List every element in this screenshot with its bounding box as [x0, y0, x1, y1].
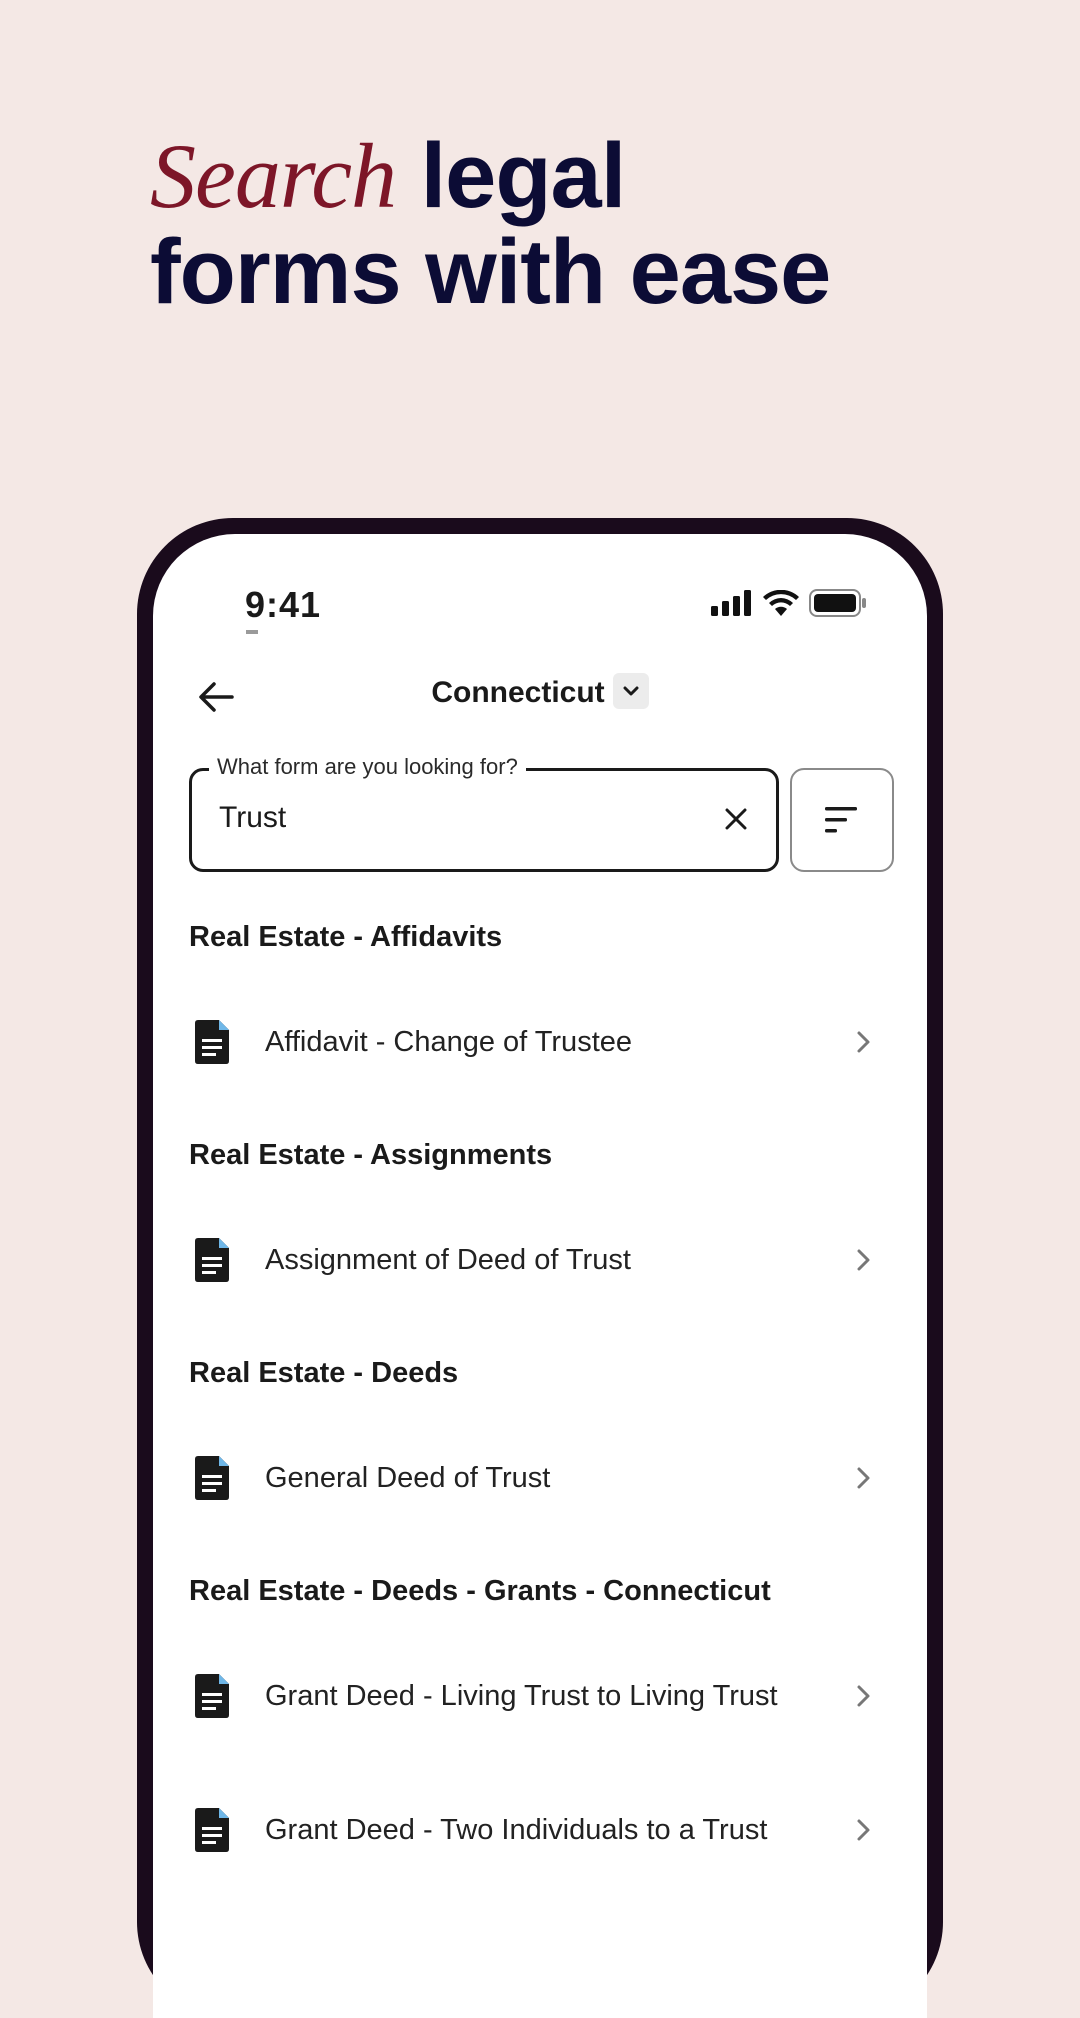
nav-bar: Connecticut [153, 662, 927, 730]
phone-frame: 9:41 Connecticut What form are you looki… [137, 518, 943, 2018]
status-icons [711, 589, 867, 617]
headline-line1: legal [396, 125, 627, 227]
section-title: Real Estate - Affidavits [189, 921, 503, 953]
list-item-label: Grant Deed - Living Trust to Living Trus… [265, 1679, 778, 1712]
list-item-label: Assignment of Deed of Trust [265, 1243, 631, 1276]
list-item[interactable]: Grant Deed - Living Trust to Living Trus… [189, 1646, 891, 1746]
signal-icon [711, 590, 751, 616]
phone-screen: 9:41 Connecticut What form are you looki… [153, 534, 927, 2018]
time-indicator [246, 630, 258, 634]
headline-line2: forms with ease [150, 221, 831, 323]
list-item-label: Affidavit - Change of Trustee [265, 1025, 633, 1058]
chevron-down-icon[interactable] [612, 673, 649, 710]
list-item[interactable]: Grant Deed - Two Individuals to a Trust [189, 1780, 891, 1880]
section-title: Real Estate - Deeds - Grants - Connectic… [189, 1575, 771, 1607]
list-item[interactable]: General Deed of Trust [189, 1428, 891, 1528]
clear-button[interactable] [715, 798, 757, 840]
search-label: What form are you looking for? [209, 754, 526, 780]
search-field: What form are you looking for? [189, 754, 779, 872]
state-selector[interactable]: Connecticut [153, 673, 927, 712]
chevron-right-icon [857, 1031, 870, 1053]
results-list: Real Estate - Affidavits Affidavit - Cha… [189, 914, 891, 1920]
close-icon [725, 808, 747, 830]
chevron-right-icon [857, 1685, 870, 1707]
document-icon [195, 1020, 229, 1064]
section-title: Real Estate - Deeds [189, 1357, 459, 1389]
status-bar: 9:41 [153, 534, 927, 634]
document-icon [195, 1674, 229, 1718]
sort-filter-button[interactable] [790, 768, 894, 872]
battery-icon [809, 589, 866, 617]
list-item[interactable]: Assignment of Deed of Trust [189, 1210, 891, 1310]
list-item[interactable]: Affidavit - Change of Trustee [189, 992, 891, 1092]
chevron-right-icon [857, 1819, 870, 1841]
chevron-right-icon [857, 1249, 870, 1271]
search-input[interactable] [219, 796, 679, 840]
section-title: Real Estate - Assignments [189, 1139, 553, 1171]
list-item-label: Grant Deed - Two Individuals to a Trust [265, 1813, 768, 1846]
document-icon [195, 1456, 229, 1500]
chevron-right-icon [857, 1467, 870, 1489]
marketing-headline: Search legal forms with ease [150, 125, 831, 323]
document-icon [195, 1808, 229, 1852]
state-title: Connecticut [431, 676, 605, 709]
list-item-label: General Deed of Trust [265, 1461, 551, 1494]
document-icon [195, 1238, 229, 1282]
sort-icon [825, 807, 857, 833]
status-time: 9:41 [245, 584, 322, 625]
headline-accent: Search [150, 125, 397, 227]
wifi-icon [763, 590, 799, 616]
